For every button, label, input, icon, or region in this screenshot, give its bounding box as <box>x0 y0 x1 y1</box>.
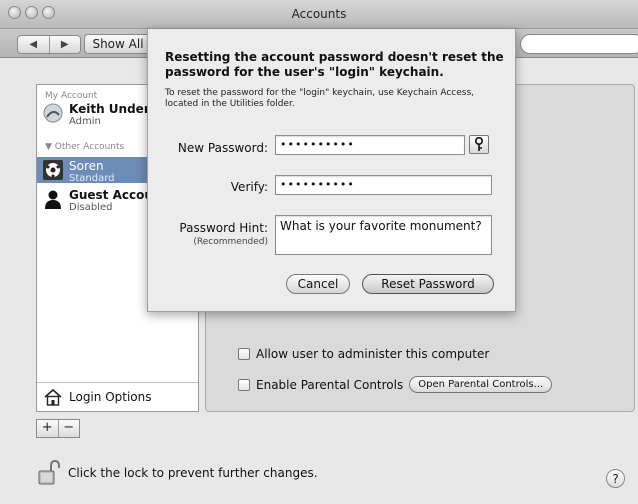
user-name: Keith Underc <box>69 102 157 116</box>
sheet-title: Resetting the account password doesn't r… <box>165 50 504 79</box>
reset-password-sheet: Resetting the account password doesn't r… <box>147 29 516 312</box>
key-icon <box>475 136 484 151</box>
allow-admin-checkbox[interactable]: Allow user to administer this computer <box>238 347 489 361</box>
open-parental-controls-button[interactable]: Open Parental Controls... <box>409 376 553 393</box>
user-role: Admin <box>69 116 101 127</box>
back-button[interactable]: ◀ <box>18 36 49 53</box>
password-hint-sublabel: (Recommended) <box>193 237 268 247</box>
parental-controls-checkbox[interactable]: Enable Parental Controls Open Parental C… <box>238 376 553 393</box>
person-silhouette-icon <box>45 190 61 209</box>
user-name: Guest Accou <box>69 188 153 202</box>
accounts-window: Accounts ◀ ▶ Show All My Account Keith U… <box>0 0 638 504</box>
list-item-guest[interactable]: Guest Accou Disabled <box>43 189 153 214</box>
login-options-item[interactable]: Login Options <box>37 382 198 411</box>
lock-status-text: Click the lock to prevent further change… <box>68 466 318 480</box>
user-role: Disabled <box>69 202 113 213</box>
verify-label: Verify: <box>230 180 268 194</box>
reset-password-button[interactable]: Reset Password <box>362 274 494 294</box>
user-avatar-icon <box>43 103 63 123</box>
show-all-button[interactable]: Show All <box>84 34 152 54</box>
checkbox-box <box>238 348 250 360</box>
forward-button[interactable]: ▶ <box>48 36 81 53</box>
title-bar: Accounts <box>0 0 638 29</box>
list-item-my-account[interactable]: Keith Underc Admin <box>43 103 157 128</box>
parental-controls-label: Enable Parental Controls <box>256 377 404 392</box>
password-assistant-button[interactable] <box>469 135 489 154</box>
section-my-account: My Account <box>45 91 98 101</box>
remove-account-button[interactable]: − <box>57 420 80 437</box>
password-hint-label: Password Hint: <box>179 221 268 235</box>
back-forward-control: ◀ ▶ <box>17 35 81 54</box>
open-lock-icon[interactable] <box>38 460 60 486</box>
search-field[interactable] <box>520 34 638 54</box>
checkbox-box <box>238 378 250 391</box>
verify-field[interactable]: •••••••••• <box>275 175 492 195</box>
add-account-button[interactable]: + <box>37 420 58 437</box>
section-other-accounts: ▼ Other Accounts <box>45 142 125 152</box>
user-role: Standard <box>69 173 115 184</box>
allow-admin-label: Allow user to administer this computer <box>256 347 490 361</box>
cancel-button[interactable]: Cancel <box>286 274 350 294</box>
password-hint-field[interactable]: What is your favorite monument? <box>275 215 492 255</box>
new-password-field[interactable]: •••••••••• <box>275 135 465 155</box>
new-password-label: New Password: <box>177 141 268 155</box>
house-icon <box>44 388 62 406</box>
sheet-info-text: To reset the password for the "login" ke… <box>165 88 475 109</box>
window-title: Accounts <box>291 7 347 21</box>
help-button[interactable]: ? <box>606 469 625 488</box>
lock-row: Click the lock to prevent further change… <box>38 460 318 486</box>
list-add-remove-control: + − <box>36 419 80 438</box>
soccer-ball-icon <box>43 160 63 180</box>
login-options-label: Login Options <box>69 390 152 404</box>
user-name: Soren <box>69 159 104 173</box>
